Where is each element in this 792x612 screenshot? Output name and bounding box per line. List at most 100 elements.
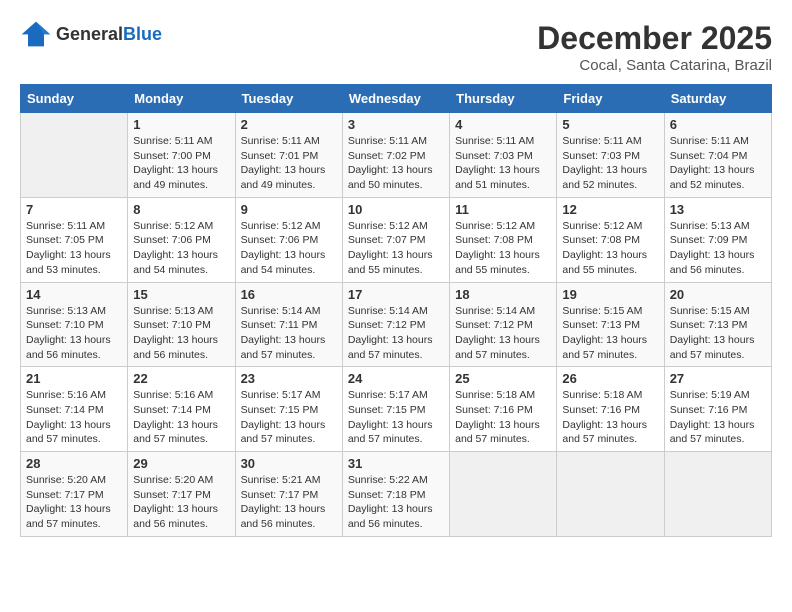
calendar-cell: 24 Sunrise: 5:17 AMSunset: 7:15 PMDayligh… [342,367,449,452]
calendar-cell: 14 Sunrise: 5:13 AMSunset: 7:10 PMDayligh… [21,282,128,367]
cell-info: Sunrise: 5:11 AMSunset: 7:03 PMDaylight:… [455,134,551,193]
day-number: 14 [26,287,122,302]
cell-info: Sunrise: 5:16 AMSunset: 7:14 PMDaylight:… [133,388,229,447]
calendar-cell: 3Sunrise: 5:11 AMSunset: 7:02 PMDaylight… [342,113,449,198]
day-number: 22 [133,371,229,386]
day-number: 9 [241,202,337,217]
day-number: 15 [133,287,229,302]
column-header-monday: Monday [128,85,235,113]
day-number: 13 [670,202,766,217]
day-number: 26 [562,371,658,386]
cell-info: Sunrise: 5:13 AMSunset: 7:09 PMDaylight:… [670,219,766,278]
calendar-cell: 13 Sunrise: 5:13 AMSunset: 7:09 PMDayligh… [664,197,771,282]
calendar-cell: 7 Sunrise: 5:11 AMSunset: 7:05 PMDaylight… [21,197,128,282]
subtitle: Cocal, Santa Catarina, Brazil [537,57,772,74]
cell-info: Sunrise: 5:12 AMSunset: 7:06 PMDaylight:… [133,219,229,278]
day-number: 4 [455,117,551,132]
calendar-cell: 20 Sunrise: 5:15 AMSunset: 7:13 PMDayligh… [664,282,771,367]
cell-info: Sunrise: 5:14 AMSunset: 7:11 PMDaylight:… [241,304,337,363]
day-number: 24 [348,371,444,386]
day-number: 21 [26,371,122,386]
cell-info: Sunrise: 5:19 AMSunset: 7:16 PMDaylight:… [670,388,766,447]
day-number: 30 [241,456,337,471]
cell-info: Sunrise: 5:12 AMSunset: 7:06 PMDaylight:… [241,219,337,278]
calendar-cell: 5Sunrise: 5:11 AMSunset: 7:03 PMDaylight… [557,113,664,198]
cell-info: Sunrise: 5:18 AMSunset: 7:16 PMDaylight:… [455,388,551,447]
day-number: 17 [348,287,444,302]
cell-info: Sunrise: 5:13 AMSunset: 7:10 PMDaylight:… [26,304,122,363]
column-header-tuesday: Tuesday [235,85,342,113]
calendar-cell: 6 Sunrise: 5:11 AMSunset: 7:04 PMDaylight… [664,113,771,198]
calendar-cell: 1 Sunrise: 5:11 AMSunset: 7:00 PMDaylight… [128,113,235,198]
calendar-cell: 15 Sunrise: 5:13 AMSunset: 7:10 PMDayligh… [128,282,235,367]
calendar-cell: 16Sunrise: 5:14 AMSunset: 7:11 PMDayligh… [235,282,342,367]
cell-info: Sunrise: 5:15 AMSunset: 7:13 PMDaylight:… [562,304,658,363]
cell-info: Sunrise: 5:12 AMSunset: 7:08 PMDaylight:… [455,219,551,278]
logo-blue: Blue [123,24,162,44]
calendar-cell: 11Sunrise: 5:12 AMSunset: 7:08 PMDayligh… [450,197,557,282]
cell-info: Sunrise: 5:22 AMSunset: 7:18 PMDaylight:… [348,473,444,532]
calendar-week-row: 28Sunrise: 5:20 AMSunset: 7:17 PMDayligh… [21,452,772,537]
day-number: 27 [670,371,766,386]
day-number: 6 [670,117,766,132]
cell-info: Sunrise: 5:12 AMSunset: 7:07 PMDaylight:… [348,219,444,278]
cell-info: Sunrise: 5:13 AMSunset: 7:10 PMDaylight:… [133,304,229,363]
calendar-cell: 27 Sunrise: 5:19 AMSunset: 7:16 PMDayligh… [664,367,771,452]
calendar-cell: 28Sunrise: 5:20 AMSunset: 7:17 PMDayligh… [21,452,128,537]
calendar-cell: 22 Sunrise: 5:16 AMSunset: 7:14 PMDayligh… [128,367,235,452]
page-header: GeneralBlue December 2025 Cocal, Santa C… [20,20,772,74]
cell-info: Sunrise: 5:15 AMSunset: 7:13 PMDaylight:… [670,304,766,363]
calendar-week-row: 21 Sunrise: 5:16 AMSunset: 7:14 PMDayligh… [21,367,772,452]
calendar-cell: 29Sunrise: 5:20 AMSunset: 7:17 PMDayligh… [128,452,235,537]
day-number: 8 [133,202,229,217]
calendar-cell [450,452,557,537]
calendar-table: SundayMondayTuesdayWednesdayThursdayFrid… [20,84,772,537]
logo-general: General [56,24,123,44]
cell-info: Sunrise: 5:14 AMSunset: 7:12 PMDaylight:… [348,304,444,363]
cell-info: Sunrise: 5:14 AMSunset: 7:12 PMDaylight:… [455,304,551,363]
day-number: 12 [562,202,658,217]
cell-info: Sunrise: 5:18 AMSunset: 7:16 PMDaylight:… [562,388,658,447]
day-number: 10 [348,202,444,217]
calendar-cell: 17 Sunrise: 5:14 AMSunset: 7:12 PMDayligh… [342,282,449,367]
calendar-cell: 21 Sunrise: 5:16 AMSunset: 7:14 PMDayligh… [21,367,128,452]
calendar-cell: 26 Sunrise: 5:18 AMSunset: 7:16 PMDayligh… [557,367,664,452]
cell-info: Sunrise: 5:11 AMSunset: 7:01 PMDaylight:… [241,134,337,193]
cell-info: Sunrise: 5:17 AMSunset: 7:15 PMDaylight:… [348,388,444,447]
column-header-wednesday: Wednesday [342,85,449,113]
calendar-cell: 9 Sunrise: 5:12 AMSunset: 7:06 PMDaylight… [235,197,342,282]
logo-icon [20,20,52,48]
cell-info: Sunrise: 5:21 AMSunset: 7:17 PMDaylight:… [241,473,337,532]
main-title: December 2025 [537,20,772,57]
day-number: 25 [455,371,551,386]
day-number: 23 [241,371,337,386]
day-number: 7 [26,202,122,217]
day-number: 5 [562,117,658,132]
logo: GeneralBlue [20,20,162,48]
day-number: 29 [133,456,229,471]
day-number: 20 [670,287,766,302]
calendar-cell: 25 Sunrise: 5:18 AMSunset: 7:16 PMDayligh… [450,367,557,452]
cell-info: Sunrise: 5:11 AMSunset: 7:02 PMDaylight:… [348,134,444,193]
calendar-cell: 30 Sunrise: 5:21 AMSunset: 7:17 PMDayligh… [235,452,342,537]
calendar-cell: 18 Sunrise: 5:14 AMSunset: 7:12 PMDayligh… [450,282,557,367]
cell-info: Sunrise: 5:12 AMSunset: 7:08 PMDaylight:… [562,219,658,278]
column-header-friday: Friday [557,85,664,113]
calendar-header-row: SundayMondayTuesdayWednesdayThursdayFrid… [21,85,772,113]
day-number: 1 [133,117,229,132]
day-number: 18 [455,287,551,302]
cell-info: Sunrise: 5:11 AMSunset: 7:05 PMDaylight:… [26,219,122,278]
calendar-cell: 19 Sunrise: 5:15 AMSunset: 7:13 PMDayligh… [557,282,664,367]
cell-info: Sunrise: 5:11 AMSunset: 7:04 PMDaylight:… [670,134,766,193]
title-area: December 2025 Cocal, Santa Catarina, Bra… [537,20,772,74]
column-header-sunday: Sunday [21,85,128,113]
day-number: 19 [562,287,658,302]
day-number: 31 [348,456,444,471]
calendar-cell: 12 Sunrise: 5:12 AMSunset: 7:08 PMDayligh… [557,197,664,282]
calendar-cell: 4 Sunrise: 5:11 AMSunset: 7:03 PMDaylight… [450,113,557,198]
cell-info: Sunrise: 5:20 AMSunset: 7:17 PMDaylight:… [26,473,122,532]
calendar-cell: 10 Sunrise: 5:12 AMSunset: 7:07 PMDayligh… [342,197,449,282]
column-header-thursday: Thursday [450,85,557,113]
cell-info: Sunrise: 5:11 AMSunset: 7:00 PMDaylight:… [133,134,229,193]
cell-info: Sunrise: 5:16 AMSunset: 7:14 PMDaylight:… [26,388,122,447]
